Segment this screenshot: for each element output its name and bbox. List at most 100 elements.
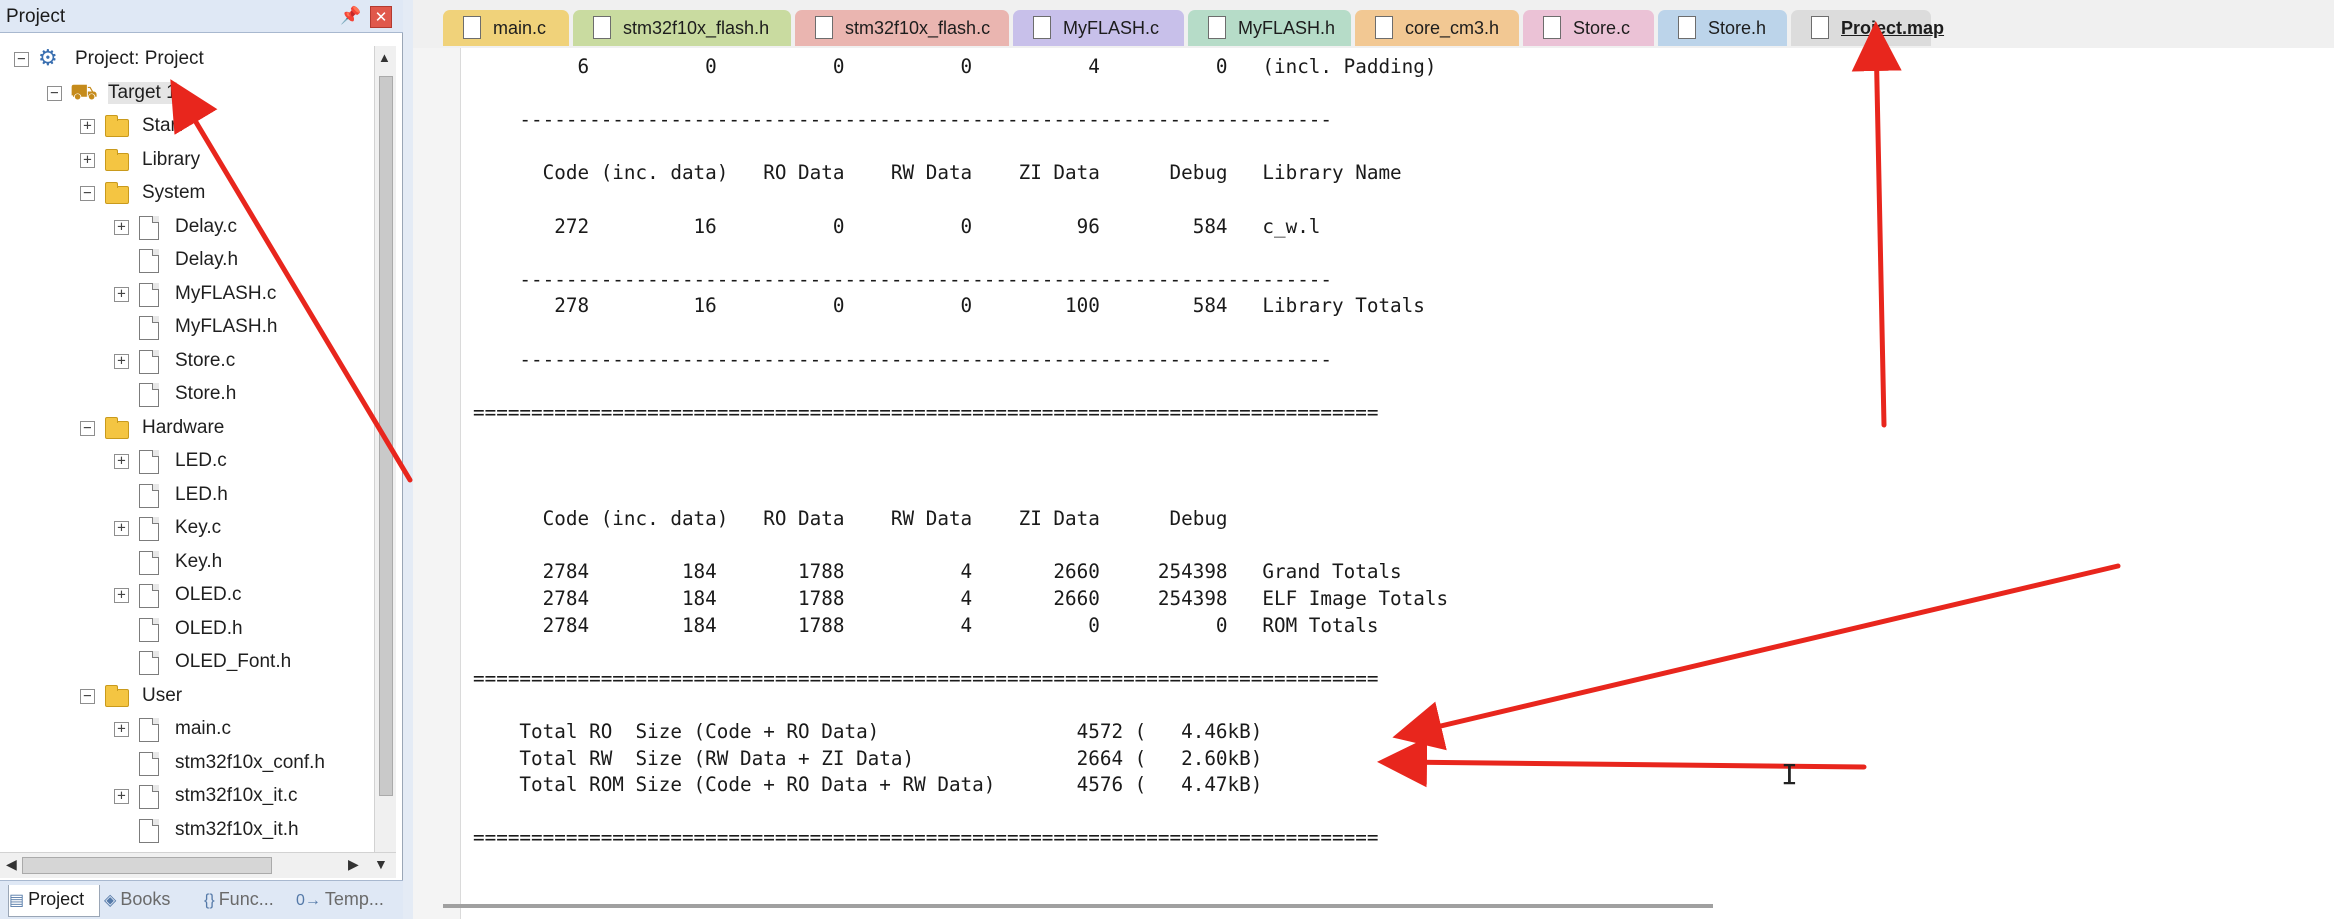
bottom-tab-label: Func... [218,889,274,909]
bottom-tab[interactable]: {} Func... [204,885,292,917]
file-tab-label: MyFLASH.c [1063,18,1160,38]
folder-icon [105,148,129,171]
tree-item[interactable]: + stm32f10x_it.c [0,781,374,813]
editor-horizontal-scrollbar[interactable] [443,897,2123,915]
tree-item-label: stm32f10x_it.c [175,785,298,806]
pane-splitter[interactable] [403,0,413,919]
file-icon [139,349,159,374]
tree-item[interactable]: LED.h [0,480,374,512]
file-tab[interactable]: main.c [443,10,569,46]
file-icon [139,651,159,675]
tree-item[interactable]: + main.c [0,714,374,746]
file-tab[interactable]: Store.h [1658,10,1787,46]
tree-item[interactable]: stm32f10x_conf.h [0,748,374,780]
tree-item-label: Delay.c [175,215,237,237]
collapse-icon[interactable]: − [47,85,62,101]
tree-item[interactable]: + Delay.c [0,212,374,244]
folder-icon [105,115,129,137]
tree-item-label: OLED_Font.h [175,651,292,672]
tree-item[interactable]: + MyFLASH.c [0,279,374,311]
close-icon[interactable]: ✕ [370,6,392,28]
tree-item[interactable]: − Hardware [0,413,374,445]
expand-icon[interactable]: + [114,353,129,369]
tree-vertical-scrollbar[interactable]: ▲ [374,46,396,852]
scroll-thumb-horizontal[interactable] [22,857,272,874]
tree-item[interactable]: + Library [0,145,374,177]
tab-icon: 0→ [296,892,321,909]
file-tab[interactable]: Project.map [1791,10,1944,46]
tree-item[interactable]: Key.h [0,547,374,579]
file-tab-label: Store.h [1708,18,1767,38]
collapse-icon[interactable]: − [80,688,95,704]
file-icon [1811,16,1829,39]
file-icon [463,16,481,39]
file-tab[interactable]: stm32f10x_flash.c [795,10,1009,46]
tree-horizontal-scrollbar[interactable]: ◀ ▶ ▼ [0,852,396,878]
tree-item[interactable]: − ⚙ Project: Project [0,44,374,76]
pin-icon[interactable]: 📌 [340,6,362,28]
file-tab-label: Store.c [1573,18,1631,38]
file-tab-label: Project.map [1841,18,1945,38]
file-tab[interactable]: stm32f10x_flash.h [573,10,791,46]
bottom-tab[interactable]: 0→ Temp... [296,885,396,917]
code-line: ========================================… [473,826,1379,850]
file-tab[interactable]: core_cm3.h [1355,10,1519,46]
map-file-text[interactable]: 6 0 0 0 4 0 (incl. Padding) ------------… [413,48,2213,908]
collapse-icon[interactable]: − [14,52,29,67]
expand-icon[interactable]: + [114,454,129,469]
editor-scroll-thumb[interactable] [443,904,1713,908]
bottom-tab[interactable]: ◈ Books [104,885,200,917]
tree-item[interactable]: + Key.c [0,513,374,545]
tree-item[interactable]: OLED_Font.h [0,647,374,679]
file-icon [139,450,159,474]
tree-item-label: Target 1 [108,81,177,104]
tree-item-label: MyFLASH.h [175,316,278,337]
scroll-thumb[interactable] [379,76,393,796]
tree-item-label: MyFLASH.c [175,282,277,304]
tree-item[interactable]: Store.h [0,379,374,411]
tree-item[interactable]: − ⛟ Target 1 [0,78,374,110]
expand-icon[interactable]: + [114,789,129,804]
expand-icon[interactable]: + [80,119,95,134]
project-pane: Project 📌 ✕ − ⚙ Project: Project − ⛟ Target 1… [0,0,403,919]
tree-item[interactable]: + LED.c [0,446,374,478]
code-line: Total RO Size (Code + RO Data) 4572 ( 4.… [473,720,1263,743]
expand-icon[interactable]: + [114,286,129,302]
tree-item[interactable]: stm32f10x_it.h [0,815,374,847]
scroll-right-icon[interactable]: ▶ [348,856,359,873]
tree-item[interactable]: Delay.h [0,245,374,277]
expand-icon[interactable]: + [114,588,129,603]
scroll-up-icon[interactable]: ▲ [378,50,391,65]
tree-item-label: stm32f10x_conf.h [175,751,325,773]
tree-item[interactable]: + Store.c [0,346,374,378]
code-line: Code (inc. data) RO Data RW Data ZI Data… [473,507,1228,531]
file-icon [139,718,159,742]
scroll-down-icon[interactable]: ▼ [374,856,388,872]
expand-icon[interactable]: + [80,152,95,168]
expand-icon[interactable]: + [114,219,129,235]
file-icon [139,617,159,642]
collapse-icon[interactable]: − [80,186,95,201]
file-tab[interactable]: MyFLASH.h [1188,10,1351,46]
tree-item[interactable]: OLED.h [0,614,374,646]
expand-icon[interactable]: + [114,521,129,536]
expand-icon[interactable]: + [114,722,129,737]
tree-item[interactable]: + OLED.c [0,580,374,612]
file-tab[interactable]: MyFLASH.c [1013,10,1184,46]
tree-item[interactable]: + Start [0,111,374,143]
scroll-left-icon[interactable]: ◀ [6,856,17,873]
file-tab[interactable]: Store.c [1523,10,1654,46]
tree-item-label: Key.c [175,517,222,538]
tree-item[interactable]: MyFLASH.h [0,312,374,344]
tree-item[interactable]: − User [0,681,374,713]
collapse-icon[interactable]: − [80,420,95,436]
bottom-tab[interactable]: ▤ Project [8,885,100,917]
code-line: 278 16 0 0 100 584 Library Totals [473,294,1425,318]
file-icon [139,751,159,776]
file-icon [139,550,159,575]
file-tab-strip: main.c stm32f10x_flash.h stm32f10x_flash.c… [413,0,2334,48]
tree-item[interactable]: − System [0,178,374,210]
file-icon [1375,16,1393,39]
editor-area[interactable]: 6 0 0 0 4 0 (incl. Padding) ------------… [413,48,2334,919]
folder-icon [105,182,129,204]
